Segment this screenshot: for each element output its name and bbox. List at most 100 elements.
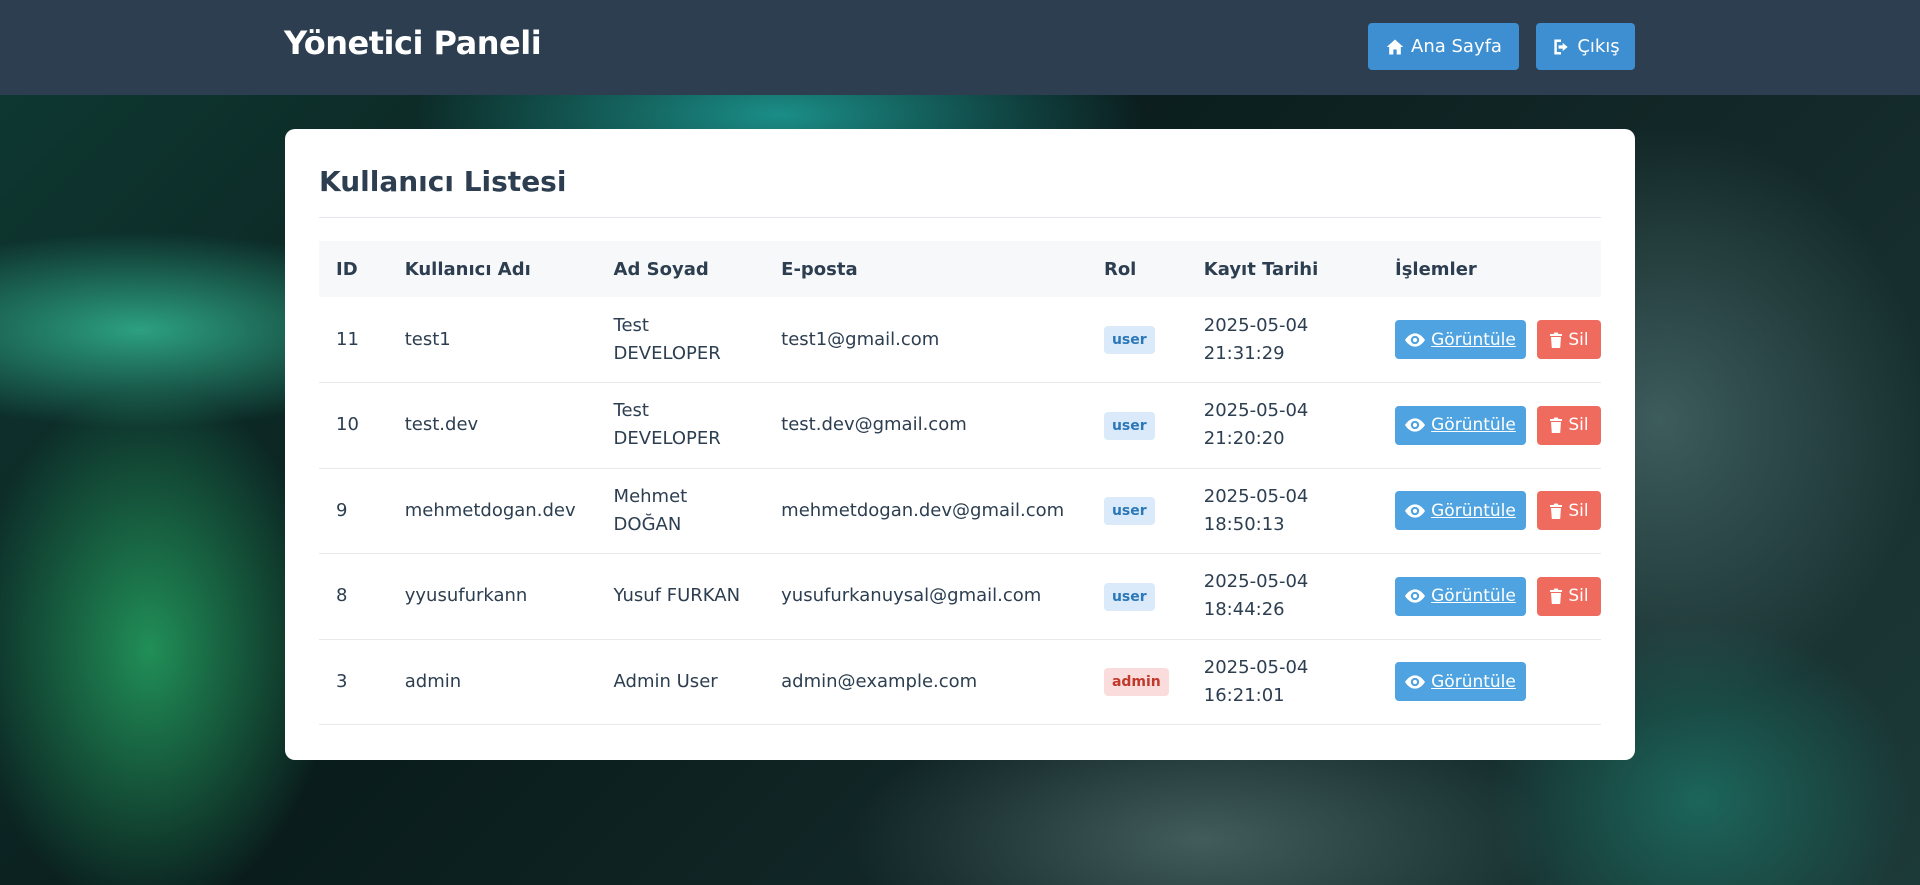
view-button[interactable]: Görüntüle [1395, 320, 1526, 359]
role-badge: user [1103, 497, 1155, 526]
table-row: 9 mehmetdogan.dev Mehmet DOĞAN mehmetdoga… [319, 468, 1601, 554]
sign-out-icon [1554, 39, 1568, 54]
last-name: DEVELOPER [613, 342, 721, 364]
logout-button-label: Çıkış [1577, 36, 1620, 57]
role-badge: user [1103, 326, 1155, 354]
cell-role: user [1087, 297, 1187, 383]
cell-id: 8 [336, 585, 348, 607]
cell-date: 2025-05-04 16:21:01 [1187, 639, 1378, 725]
time-value: 18:50:13 [1203, 513, 1285, 535]
cell-actions: Görüntüle Sil [1378, 468, 1601, 554]
view-button-label: Görüntüle [1431, 329, 1516, 350]
view-button-label: Görüntüle [1431, 586, 1516, 607]
delete-button-label: Sil [1568, 500, 1589, 521]
delete-button[interactable]: Sil [1537, 405, 1601, 445]
table-header-row: ID Kullanıcı Adı Ad Soyad E-posta Rol Ka… [319, 241, 1601, 297]
table-row: 10 test.dev Test DEVELOPER test.dev@gmail… [319, 383, 1601, 469]
time-value: 18:44:26 [1203, 599, 1285, 621]
role-badge: user [1103, 582, 1155, 611]
cell-id: 11 [336, 328, 359, 350]
trash-icon [1550, 503, 1563, 519]
card-title: Kullanıcı Listesi [319, 165, 567, 198]
eye-icon [1405, 504, 1426, 518]
trash-icon [1550, 417, 1563, 434]
col-header-id: ID [336, 258, 358, 280]
eye-icon [1405, 418, 1426, 432]
cell-fullname: Admin User [613, 670, 718, 692]
home-button[interactable]: Ana Sayfa [1368, 23, 1519, 70]
cell-fullname: Mehmet DOĞAN [597, 468, 765, 554]
trash-icon [1550, 332, 1563, 348]
cell-username: admin [404, 670, 462, 692]
view-button[interactable]: Görüntüle [1395, 491, 1526, 531]
time-value: 21:20:20 [1203, 428, 1285, 450]
date-value: 2025-05-04 [1203, 485, 1309, 507]
col-header-role: Rol [1103, 258, 1137, 280]
view-button[interactable]: Görüntüle [1395, 405, 1526, 445]
cell-role: admin [1087, 639, 1187, 725]
view-button[interactable]: Görüntüle [1395, 576, 1526, 616]
cell-date: 2025-05-04 21:20:20 [1187, 383, 1378, 469]
col-header-actions: İşlemler [1395, 258, 1477, 280]
home-icon [1386, 39, 1404, 54]
cell-date: 2025-05-04 21:31:29 [1187, 297, 1378, 383]
view-button-label: Görüntüle [1431, 500, 1516, 521]
col-header-email: E-posta [781, 258, 858, 280]
date-value: 2025-05-04 [1203, 571, 1309, 593]
date-value: 2025-05-04 [1203, 400, 1309, 422]
eye-icon [1405, 332, 1426, 347]
cell-id: 3 [336, 670, 348, 692]
cell-username: test.dev [404, 414, 479, 436]
card-divider [319, 217, 1601, 218]
brand-title: Yönetici Paneli [284, 24, 542, 62]
delete-button[interactable]: Sil [1537, 576, 1601, 616]
view-button-label: Görüntüle [1431, 415, 1516, 436]
role-badge: admin [1103, 668, 1169, 697]
date-value: 2025-05-04 [1203, 314, 1309, 336]
table-row: 3 admin Admin User admin@example.com adm… [319, 639, 1601, 725]
logout-button[interactable]: Çıkış [1536, 23, 1635, 70]
cell-date: 2025-05-04 18:50:13 [1187, 468, 1378, 554]
time-value: 21:31:29 [1203, 342, 1285, 364]
last-name: DOĞAN [613, 513, 682, 535]
cell-role: user [1087, 554, 1187, 640]
table-row: 8 yyusufurkann Yusuf FURKAN yusufurkanuy… [319, 554, 1601, 640]
cell-role: user [1087, 468, 1187, 554]
cell-email: test.dev@gmail.com [781, 414, 967, 436]
top-navbar: Yönetici Paneli Ana Sayfa Çıkış [0, 0, 1920, 95]
last-name: DEVELOPER [613, 428, 721, 450]
cell-date: 2025-05-04 18:44:26 [1187, 554, 1378, 640]
delete-button[interactable]: Sil [1537, 320, 1601, 359]
cell-username: mehmetdogan.dev [404, 499, 576, 521]
cell-actions: Görüntüle Sil [1378, 554, 1601, 640]
cell-username: test1 [404, 328, 451, 350]
col-header-date: Kayıt Tarihi [1203, 258, 1319, 280]
eye-icon [1405, 675, 1426, 689]
cell-actions: Görüntüle Sil [1378, 383, 1601, 469]
trash-icon [1550, 588, 1563, 605]
delete-button[interactable]: Sil [1537, 491, 1601, 531]
cell-actions: Görüntüle [1378, 639, 1601, 725]
cell-id: 9 [336, 499, 348, 521]
cell-username: yyusufurkann [404, 585, 528, 607]
delete-button-label: Sil [1568, 329, 1589, 350]
cell-email: test1@gmail.com [781, 328, 940, 350]
time-value: 16:21:01 [1203, 684, 1285, 706]
view-button-label: Görüntüle [1431, 671, 1516, 692]
cell-actions: Görüntüle Sil [1378, 297, 1601, 383]
col-header-username: Kullanıcı Adı [404, 258, 531, 280]
first-name: Test [613, 400, 649, 422]
cell-email: admin@example.com [781, 670, 978, 692]
first-name: Test [613, 314, 649, 336]
first-name: Mehmet [613, 485, 688, 507]
user-list-card: Kullanıcı Listesi ID Kullanıcı Adı Ad So… [285, 129, 1635, 760]
home-button-label: Ana Sayfa [1411, 36, 1502, 57]
view-button[interactable]: Görüntüle [1395, 662, 1526, 702]
users-table: ID Kullanıcı Adı Ad Soyad E-posta Rol Ka… [319, 241, 1601, 725]
delete-button-label: Sil [1568, 415, 1589, 436]
cell-fullname: Yusuf FURKAN [613, 585, 741, 607]
table-row: 11 test1 Test DEVELOPER test1@gmail.com u… [319, 297, 1601, 383]
col-header-fullname: Ad Soyad [613, 258, 709, 280]
cell-fullname: Test DEVELOPER [597, 297, 765, 383]
delete-button-label: Sil [1568, 586, 1589, 607]
